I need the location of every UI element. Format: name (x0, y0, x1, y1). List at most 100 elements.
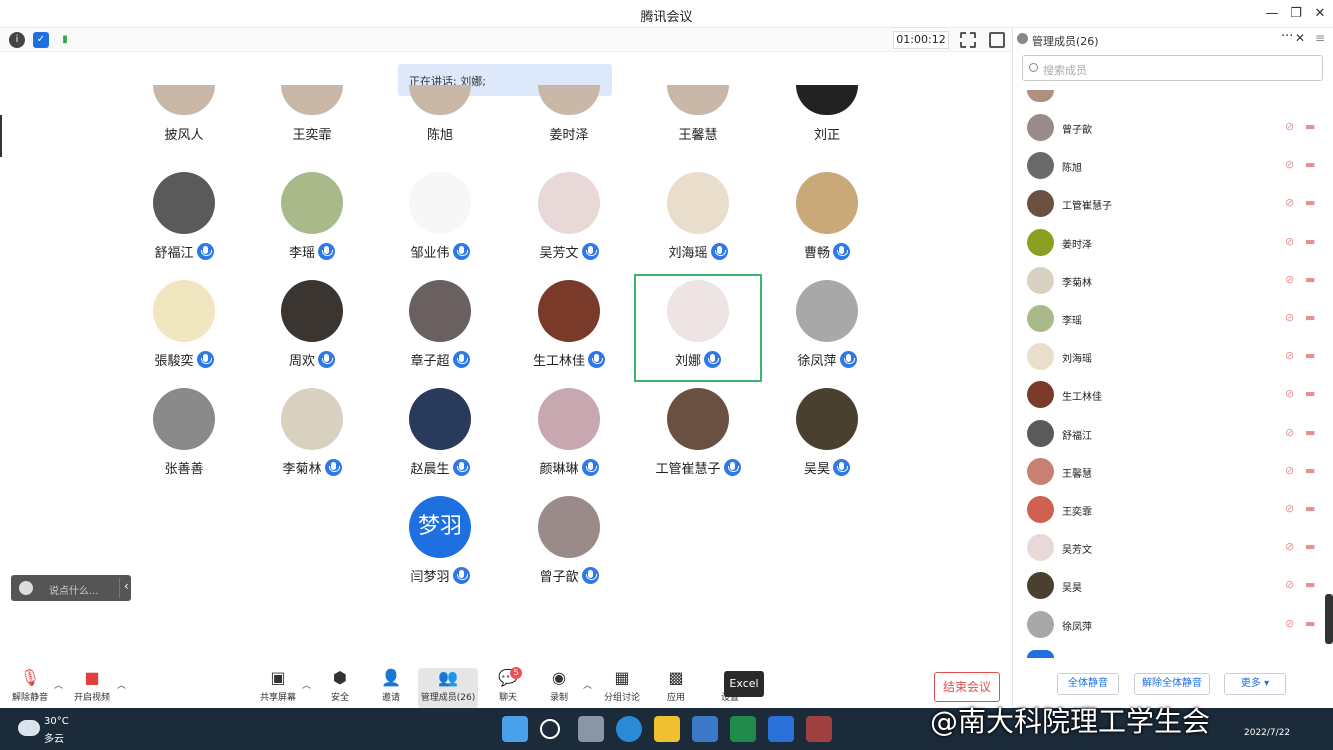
participant-tile[interactable]: 吴昊 (763, 388, 891, 496)
camera-off-icon[interactable]: ▬ (1305, 578, 1319, 592)
unmute-button[interactable]: 🎙 解除静音 (0, 668, 60, 708)
mic-off-icon[interactable]: ⊘ (1285, 617, 1297, 631)
close-icon[interactable]: ✕ (1310, 4, 1330, 24)
member-row[interactable]: 姜时泽 ⊘ ▬ (1013, 224, 1333, 262)
camera-off-icon[interactable]: ▬ (1305, 349, 1319, 363)
mic-off-icon[interactable]: ⊘ (1285, 273, 1297, 287)
collapse-icon[interactable]: ‹ (124, 579, 129, 593)
invite-button[interactable]: 👤 邀请 (361, 668, 421, 708)
mic-off-icon[interactable]: ⊘ (1285, 235, 1297, 249)
participant-tile[interactable]: 舒福江 (120, 172, 248, 280)
scrollbar[interactable] (1325, 594, 1333, 644)
participant-tile[interactable]: 曾子歆 (505, 496, 633, 604)
folder-icon[interactable] (654, 716, 680, 742)
camera-off-icon[interactable]: ▬ (1305, 387, 1319, 401)
mic-off-icon[interactable]: ⊘ (1285, 464, 1297, 478)
app-icon[interactable] (806, 716, 832, 742)
camera-off-icon[interactable]: ▬ (1305, 540, 1319, 554)
end-meeting-button[interactable]: 结束会议 (934, 672, 1000, 702)
member-row[interactable]: 工管崔慧子 ⊘ ▬ (1013, 185, 1333, 223)
members-button[interactable]: 👥 管理成员(26) (418, 668, 478, 708)
participant-tile[interactable]: 披风人 (120, 85, 248, 143)
record-options-icon[interactable]: ︿ (583, 678, 592, 691)
participant-tile[interactable]: 張駿奕 (120, 280, 248, 388)
participant-tile[interactable]: 周欢 (248, 280, 376, 388)
signal-icon[interactable]: ▮ (57, 32, 73, 48)
participant-tile[interactable]: 生工林佳 (505, 280, 633, 388)
participant-tile[interactable]: 徐凤萍 (763, 280, 891, 388)
participant-tile[interactable]: 邹业伟 (376, 172, 504, 280)
member-row[interactable]: 刘海瑶 ⊘ ▬ (1013, 338, 1333, 376)
mic-off-icon[interactable]: ⊘ (1285, 349, 1297, 363)
participant-tile[interactable]: 刘海瑶 (634, 172, 762, 280)
participant-tile[interactable]: 姜时泽 (505, 85, 633, 143)
member-row[interactable]: 李菊林 ⊘ ▬ (1013, 262, 1333, 300)
participant-tile[interactable]: 章子超 (376, 280, 504, 388)
start-icon[interactable] (502, 716, 528, 742)
start-video-button[interactable]: ■ 开启视频 (62, 668, 122, 708)
unmute-all-button[interactable]: 解除全体静音 (1134, 673, 1210, 695)
mic-off-icon[interactable]: ⊘ (1285, 120, 1297, 134)
tencent-meeting-icon[interactable] (768, 716, 794, 742)
participant-tile[interactable]: 颜琳琳 (505, 388, 633, 496)
mic-off-icon[interactable]: ⊘ (1285, 158, 1297, 172)
camera-off-icon[interactable]: ▬ (1305, 196, 1319, 210)
participant-tile[interactable]: 梦羽 闫梦羽 (376, 496, 504, 604)
layout-icon[interactable] (989, 32, 1005, 48)
menu-icon[interactable]: ≡ (1315, 31, 1325, 45)
excel-icon[interactable] (730, 716, 756, 742)
edge-icon[interactable] (616, 716, 642, 742)
camera-off-icon[interactable]: ▬ (1305, 426, 1319, 440)
mic-off-icon[interactable]: ⊘ (1285, 540, 1297, 554)
task-view-icon[interactable] (578, 716, 604, 742)
camera-off-icon[interactable]: ▬ (1305, 158, 1319, 172)
camera-off-icon[interactable]: ▬ (1305, 464, 1319, 478)
member-row[interactable]: 生工林佳 ⊘ ▬ (1013, 376, 1333, 414)
mic-off-icon[interactable]: ⊘ (1285, 196, 1297, 210)
camera-off-icon[interactable]: ▬ (1305, 311, 1319, 325)
camera-off-icon[interactable]: ▬ (1305, 617, 1319, 631)
search-taskbar-icon[interactable] (540, 719, 560, 739)
mail-icon[interactable] (692, 716, 718, 742)
shield-icon[interactable]: ✓ (33, 32, 49, 48)
participant-tile[interactable]: 吴芳文 (505, 172, 633, 280)
camera-off-icon[interactable]: ▬ (1305, 273, 1319, 287)
member-row[interactable]: 王馨慧 ⊘ ▬ (1013, 453, 1333, 491)
member-row[interactable]: 吴昊 ⊘ ▬ (1013, 567, 1333, 605)
camera-off-icon[interactable]: ▬ (1305, 120, 1319, 134)
more-button[interactable]: 更多 ▾ (1224, 673, 1286, 695)
participant-tile[interactable]: 张善善 (120, 388, 248, 496)
share-screen-button[interactable]: ▣ 共享屏幕 (248, 668, 308, 708)
participant-tile[interactable]: 李瑶 (248, 172, 376, 280)
emoji-icon[interactable] (19, 581, 33, 595)
mic-off-icon[interactable]: ⊘ (1285, 502, 1297, 516)
restore-icon[interactable]: ❐ (1286, 4, 1306, 24)
mic-off-icon[interactable]: ⊘ (1285, 387, 1297, 401)
participant-tile[interactable]: 王馨慧 (634, 85, 762, 143)
member-row[interactable]: 徐凤萍 ⊘ ▬ (1013, 606, 1333, 644)
participant-tile[interactable]: 王奕霏 (248, 85, 376, 143)
mic-off-icon[interactable]: ⊘ (1285, 426, 1297, 440)
minimize-icon[interactable]: — (1262, 4, 1282, 24)
member-row[interactable]: 吴芳文 ⊘ ▬ (1013, 529, 1333, 567)
participant-tile[interactable]: 李菊林 (248, 388, 376, 496)
panel-close-icon[interactable]: ✕ (1295, 31, 1305, 45)
record-button[interactable]: ◉ 录制 (529, 668, 589, 708)
participant-tile[interactable]: 赵晨生 (376, 388, 504, 496)
member-row[interactable]: 王奕霏 ⊘ ▬ (1013, 491, 1333, 529)
mic-off-icon[interactable]: ⊘ (1285, 578, 1297, 592)
mute-all-button[interactable]: 全体静音 (1057, 673, 1119, 695)
apps-button[interactable]: ▩ 应用 (646, 668, 706, 708)
fullscreen-icon[interactable] (960, 32, 976, 48)
member-row[interactable]: 曾子歆 ⊘ ▬ (1013, 109, 1333, 147)
participant-tile[interactable]: 曹畅 (763, 172, 891, 280)
participant-tile[interactable]: 工管崔慧子 (634, 388, 762, 496)
mic-off-icon[interactable]: ⊘ (1285, 311, 1297, 325)
participant-tile[interactable]: 陈旭 (376, 85, 504, 143)
member-row[interactable]: 李瑶 ⊘ ▬ (1013, 300, 1333, 338)
video-options-icon[interactable]: ︿ (117, 678, 126, 691)
more-options-icon[interactable]: ··· (1281, 29, 1293, 44)
member-row[interactable]: 舒福江 ⊘ ▬ (1013, 415, 1333, 453)
info-icon[interactable]: i (9, 32, 25, 48)
camera-off-icon[interactable]: ▬ (1305, 502, 1319, 516)
